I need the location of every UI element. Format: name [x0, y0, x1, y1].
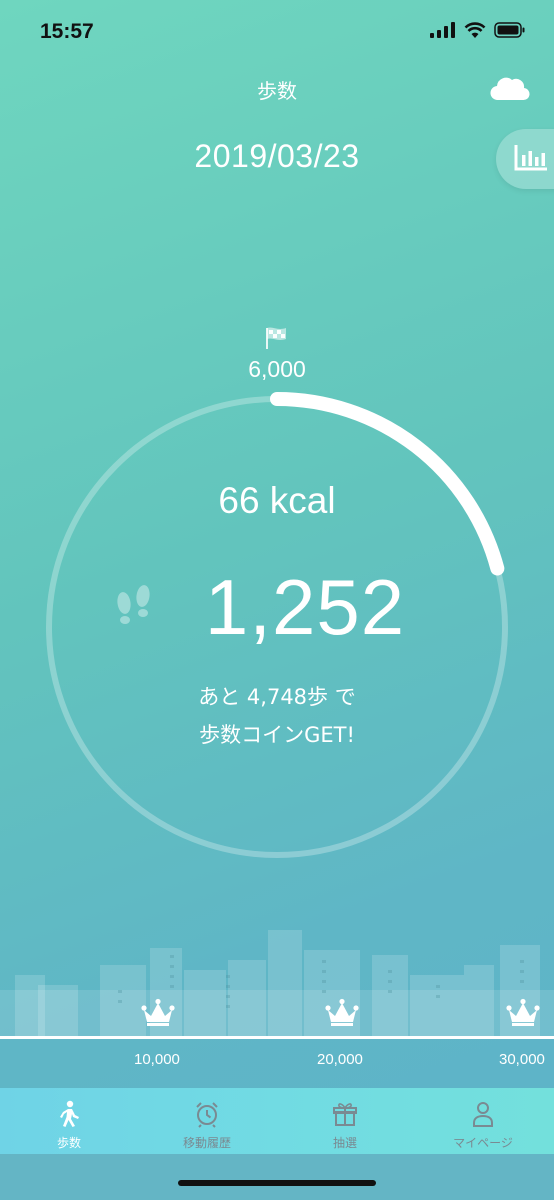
tab-lottery[interactable]: 抽選: [276, 1088, 414, 1154]
home-indicator[interactable]: [178, 1180, 376, 1186]
tab-label: 歩数: [56, 1136, 81, 1150]
crown-icon: [141, 998, 175, 1026]
tab-bar: 歩数 移動履歴 抽選 マイページ: [0, 1088, 554, 1154]
tab-history[interactable]: 移動履歴: [138, 1088, 276, 1154]
milestone-label: 30,000: [499, 1051, 545, 1068]
home-indicator-area: [0, 1154, 554, 1200]
person-icon: [473, 1102, 493, 1127]
footprints-icon: [117, 585, 150, 624]
tab-label: マイページ: [453, 1136, 513, 1150]
calories-label: 66 kcal: [218, 480, 336, 521]
remaining-steps-text: あと 4,748歩 で: [198, 685, 356, 709]
tab-label: 移動履歴: [182, 1136, 231, 1150]
alarm-clock-icon: [196, 1102, 218, 1128]
milestone-label: 20,000: [317, 1051, 363, 1068]
step-count: 1,252: [204, 563, 406, 651]
tab-mypage[interactable]: マイページ: [414, 1088, 552, 1154]
coin-get-text: 歩数コインGET!: [199, 723, 355, 747]
milestone-track: [0, 1036, 554, 1039]
walk-icon: [60, 1100, 79, 1127]
gift-box-icon: [333, 1103, 357, 1126]
tab-steps[interactable]: 歩数: [0, 1088, 138, 1154]
goal-flag-icon: [266, 327, 286, 349]
crown-icon: [506, 998, 540, 1026]
tab-label: 抽選: [332, 1136, 357, 1150]
crown-icon: [325, 998, 359, 1026]
milestone-label: 10,000: [134, 1051, 180, 1068]
goal-steps: 6,000: [248, 356, 306, 382]
city-skyline-illustration: [0, 930, 554, 1038]
remaining-message: あと 4,748歩 で 歩数コインGET!: [0, 678, 554, 754]
